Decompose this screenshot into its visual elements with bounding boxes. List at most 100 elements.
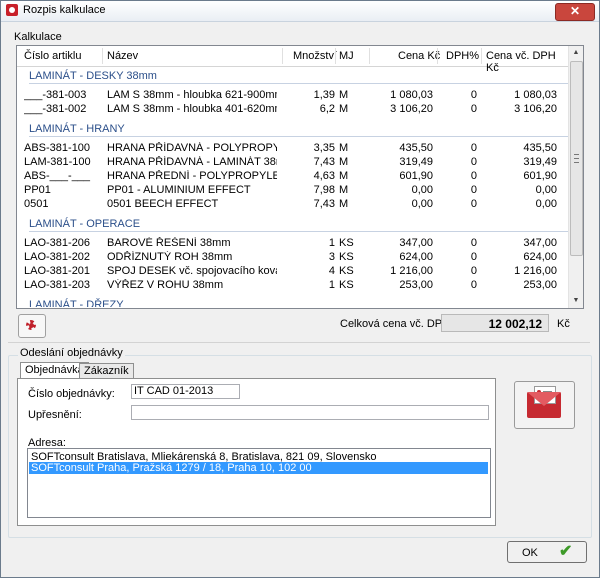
- cell-name: HRANA PŘEDNÍ - POLYPROPYLEN...: [107, 170, 277, 182]
- address-list[interactable]: SOFTconsult Bratislava, Mliekárenská 8, …: [27, 448, 491, 518]
- cell-quantity: 1,39: [313, 89, 335, 101]
- cell-name: PP01 - ALUMINIUM EFFECT: [107, 184, 251, 196]
- cell-vat: 0: [470, 156, 477, 168]
- cell-price: 3 106,20: [390, 103, 433, 115]
- ok-button[interactable]: OK ✔: [507, 541, 587, 563]
- table-row[interactable]: LAO-381-201 SPOJ DESEK vč. spojovacího ko…: [17, 264, 568, 278]
- cell-article: PP01: [24, 184, 51, 196]
- cell-quantity: 4,63: [313, 170, 335, 182]
- cell-total: 601,90: [523, 170, 557, 182]
- cell-quantity: 3: [328, 251, 335, 263]
- table-row[interactable]: LAO-381-206 BAROVÉ ŘEŠENÍ 38mm 1 KS 347,00 0 3…: [17, 236, 568, 250]
- cell-name: HRANA PŘÍDAVNÁ - LAMINÁT 38mm: [107, 156, 277, 168]
- cell-total: 347,00: [523, 237, 557, 249]
- gear-icon-center: [29, 323, 34, 328]
- cell-article: LAO-381-206: [24, 237, 91, 249]
- cell-total: 1 080,03: [514, 89, 557, 101]
- cell-article: LAO-381-203: [24, 279, 91, 291]
- cell-name: VÝŘEZ V ROHU 38mm: [107, 279, 224, 291]
- table-row[interactable]: ABS-381-100 HRANA PŘÍDAVNÁ - POLYPROPYL..…: [17, 141, 568, 155]
- cell-total: 1 216,00: [514, 265, 557, 277]
- close-button[interactable]: ✕: [555, 3, 595, 21]
- scroll-thumb[interactable]: [570, 61, 583, 256]
- group-header-label: LAMINÁT - OPERACE: [29, 218, 141, 230]
- cell-vat: 0: [470, 251, 477, 263]
- cell-unit: M: [339, 198, 349, 210]
- table-row[interactable]: ___-381-003 LAM S 38mm - hloubka 621-900m…: [17, 88, 568, 102]
- cell-vat: 0: [470, 198, 477, 210]
- group-header[interactable]: LAMINÁT - HRANY: [17, 120, 568, 137]
- order-number-input[interactable]: [131, 384, 240, 399]
- vertical-scrollbar[interactable]: ▲ ▼: [568, 46, 583, 308]
- cell-name: LAM S 38mm - hloubka 621-900mm v...: [107, 89, 277, 101]
- cell-article: LAO-381-202: [24, 251, 91, 263]
- column-separator: [102, 48, 103, 64]
- cell-price: 0,00: [411, 198, 433, 210]
- cell-price: 1 080,03: [390, 89, 433, 101]
- section-divider: [8, 342, 590, 343]
- cell-price: 435,50: [399, 142, 433, 154]
- note-label: Upřesnění:: [28, 409, 82, 421]
- cell-article: ABS-381-100: [24, 142, 91, 154]
- cell-quantity: 7,43: [313, 156, 335, 168]
- column-header-unit[interactable]: MJ: [339, 50, 354, 62]
- table-row[interactable]: 0501 0501 BEECH EFFECT 7,43 M 0,00 0 0,00: [17, 197, 568, 211]
- total-currency: Kč: [557, 318, 570, 330]
- total-label: Celková cena vč. DPH:: [340, 318, 454, 330]
- scroll-down-arrow-icon[interactable]: ▼: [569, 294, 583, 308]
- total-value: 12 002,12: [441, 314, 549, 332]
- cell-name: LAM S 38mm - hloubka 401-620mm v...: [107, 103, 277, 115]
- send-order-button[interactable]: [514, 381, 575, 429]
- group-header[interactable]: LAMINÁT - DESKY 38mm: [17, 67, 568, 84]
- settings-button[interactable]: [18, 314, 46, 338]
- column-header-vat[interactable]: DPH%: [446, 50, 479, 62]
- cell-vat: 0: [470, 279, 477, 291]
- cell-article: ___-381-003: [24, 89, 87, 101]
- column-header-name[interactable]: Název: [107, 50, 138, 62]
- cell-name: BAROVÉ ŘEŠENÍ 38mm: [107, 237, 231, 249]
- calculation-group-label: Kalkulace: [14, 31, 62, 43]
- cell-vat: 0: [470, 237, 477, 249]
- cell-quantity: 3,35: [313, 142, 335, 154]
- window-title: Rozpis kalkulace: [23, 4, 106, 16]
- grip-icon: [574, 154, 579, 163]
- cell-vat: 0: [470, 265, 477, 277]
- cell-unit: M: [339, 142, 349, 154]
- cell-vat: 0: [470, 184, 477, 196]
- group-header-label: LAMINÁT - DESKY 38mm: [29, 70, 157, 82]
- cell-total: 3 106,20: [514, 103, 557, 115]
- column-separator: [282, 48, 283, 64]
- tab-customer[interactable]: Zákazník: [79, 363, 134, 379]
- cell-article: LAO-381-201: [24, 265, 91, 277]
- cell-quantity: 1: [328, 237, 335, 249]
- cell-name: ODŘÍZNUTÝ ROH 38mm: [107, 251, 233, 263]
- cell-unit: M: [339, 89, 349, 101]
- cell-name: 0501 BEECH EFFECT: [107, 198, 219, 210]
- table-row[interactable]: LAO-381-203 VÝŘEZ V ROHU 38mm 1 KS 253,00 0 25…: [17, 278, 568, 292]
- calculation-table[interactable]: Číslo artiklu Název Množství MJ Cena Kč …: [16, 45, 584, 309]
- table-row[interactable]: ___-381-002 LAM S 38mm - hloubka 401-620m…: [17, 102, 568, 116]
- cell-total: 0,00: [535, 198, 557, 210]
- title-bar[interactable]: Rozpis kalkulace ✕: [1, 1, 599, 22]
- cell-unit: KS: [339, 279, 354, 291]
- column-separator: [369, 48, 370, 64]
- group-header[interactable]: LAMINÁT - OPERACE: [17, 215, 568, 232]
- cell-vat: 0: [470, 170, 477, 182]
- cell-unit: KS: [339, 251, 354, 263]
- column-header-price[interactable]: Cena Kč: [398, 50, 440, 62]
- group-header-label: LAMINÁT - HRANY: [29, 123, 125, 135]
- table-row[interactable]: ABS-___-___ HRANA PŘEDNÍ - POLYPROPYLEN..…: [17, 169, 568, 183]
- cell-price: 319,49: [399, 156, 433, 168]
- note-input[interactable]: [131, 405, 489, 420]
- table-row[interactable]: PP01 PP01 - ALUMINIUM EFFECT 7,98 M 0,00 0 0,0…: [17, 183, 568, 197]
- cell-name: SPOJ DESEK vč. spojovacího kován...: [107, 265, 277, 277]
- table-row[interactable]: LAO-381-202 ODŘÍZNUTÝ ROH 38mm 3 KS 624,00 0 6…: [17, 250, 568, 264]
- scroll-up-arrow-icon[interactable]: ▲: [569, 46, 583, 60]
- group-header[interactable]: LAMINÁT - DŘEZY: [17, 296, 568, 307]
- cell-vat: 0: [470, 103, 477, 115]
- column-header-article[interactable]: Číslo artiklu: [24, 50, 81, 62]
- address-item-selected[interactable]: SOFTconsult Praha, Pražská 1279 / 18, Pr…: [29, 462, 488, 474]
- table-row[interactable]: LAM-381-100 HRANA PŘÍDAVNÁ - LAMINÁT 38mm…: [17, 155, 568, 169]
- cell-quantity: 7,43: [313, 198, 335, 210]
- column-header-quantity[interactable]: Množství: [293, 50, 337, 62]
